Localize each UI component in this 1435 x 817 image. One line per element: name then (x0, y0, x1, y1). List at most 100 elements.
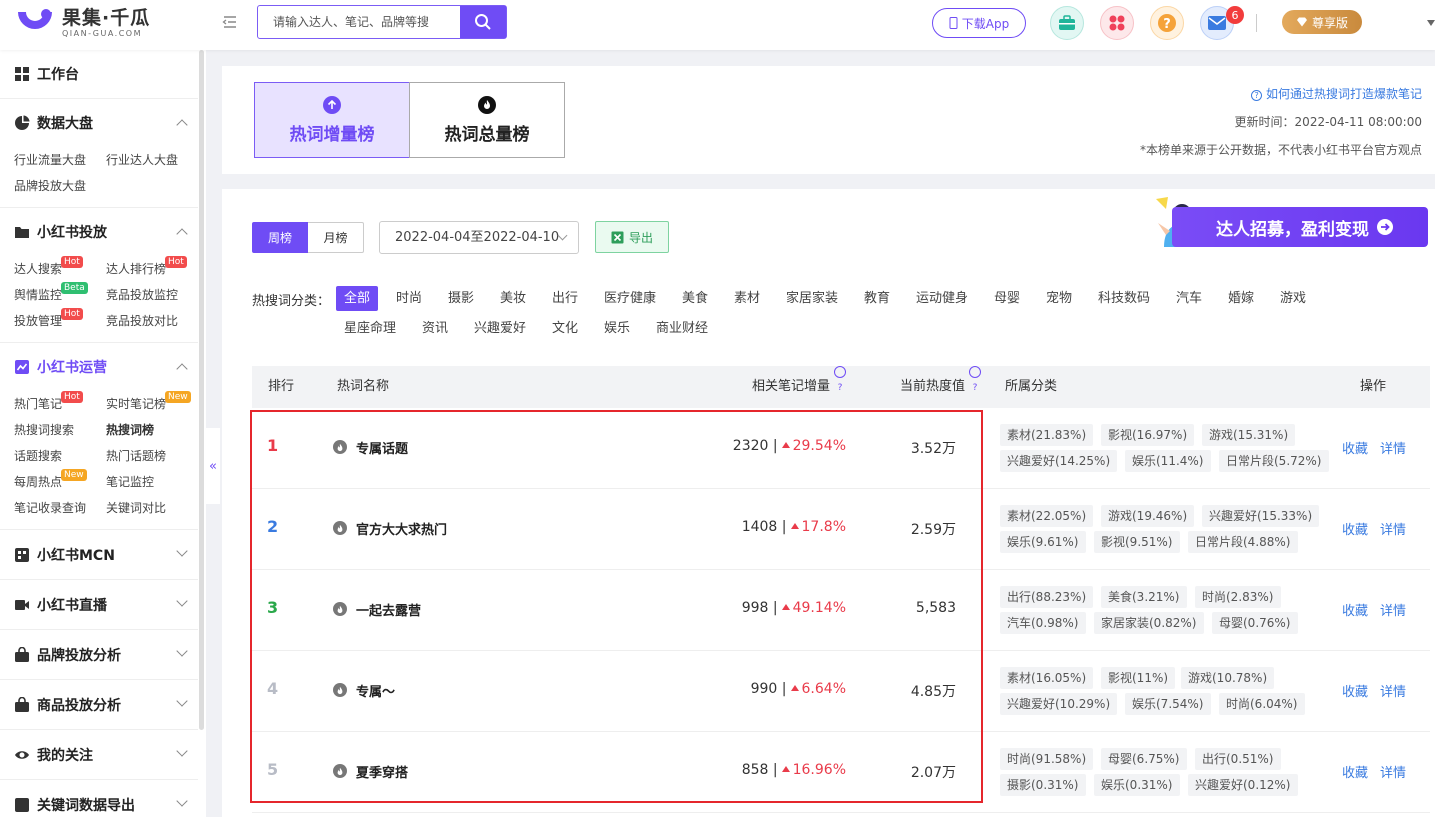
keyword-name[interactable]: 官方大大求热门 (356, 519, 447, 538)
sidebar-scrollbar[interactable] (199, 50, 204, 730)
category-chip[interactable]: 出行 (544, 286, 586, 311)
sidebar-item[interactable]: 实时笔记榜 New (106, 391, 206, 417)
sidebar-item[interactable]: 品牌投放大盘 (14, 173, 106, 199)
category-chip[interactable]: 宠物 (1038, 286, 1080, 311)
category-chip[interactable]: 科技数码 (1090, 286, 1158, 311)
category-chip[interactable]: 全部 (336, 286, 379, 311)
sidebar-section-header[interactable]: 小红书MCN (0, 530, 198, 579)
search-button[interactable] (460, 6, 506, 38)
collect-button[interactable]: 收藏 (1342, 519, 1368, 538)
sidebar-item-label: 品牌投放大盘 (14, 179, 87, 193)
category-chip[interactable]: 兴趣爱好 (466, 316, 534, 341)
sidebar-item[interactable]: 达人搜索 Hot (14, 256, 106, 282)
sidebar-item[interactable]: 笔记收录查询 (14, 495, 106, 521)
sidebar-item[interactable]: 话题搜索 (14, 443, 106, 469)
logo[interactable]: 果集·千瓜 QIAN-GUA.COM (14, 4, 150, 42)
sidebar-section-header[interactable]: 我的关注 (0, 730, 198, 779)
arrow-right-circle-icon (1377, 219, 1393, 235)
sidebar-section-header[interactable]: 小红书直播 (0, 580, 198, 629)
category-chip[interactable]: 摄影 (440, 286, 482, 311)
category-chip[interactable]: 商业财经 (648, 316, 716, 341)
category-chip[interactable]: 家居家装 (778, 286, 846, 311)
collect-button[interactable]: 收藏 (1342, 600, 1368, 619)
arrow-up-icon (790, 523, 799, 529)
sidebar-item[interactable]: 投放管理 Hot (14, 308, 106, 334)
collect-button[interactable]: 收藏 (1342, 438, 1368, 457)
keyword-name[interactable]: 夏季穿搭 (356, 762, 408, 781)
sidebar-collapse-button[interactable]: « (206, 428, 220, 504)
menu-fold-icon[interactable] (222, 14, 238, 30)
vip-badge[interactable]: 尊享版 (1282, 10, 1362, 34)
apps-button[interactable] (1100, 6, 1134, 40)
sidebar-item-label: 笔记监控 (106, 475, 155, 489)
sidebar-item[interactable]: 热搜词搜索 (14, 417, 106, 443)
sidebar-item[interactable]: 竞品投放对比 (106, 308, 206, 334)
help-button[interactable]: ? (1150, 6, 1184, 40)
keyword-name[interactable]: 专属话题 (356, 438, 408, 457)
table-row[interactable]: 1 专属话题 2320 | 29.54% 3.52万 素材(21.83%) 影视(16.97… (252, 408, 1430, 489)
growth-percent: 16.96% (792, 762, 846, 778)
date-range-select[interactable]: 2022-04-04至2022-04-10 (379, 221, 579, 254)
category-chip[interactable]: 美食 (674, 286, 716, 311)
table-row[interactable]: 5 夏季穿搭 858 | 16.96% 2.07万 时尚(91.58%) 母婴(6.75%)… (252, 732, 1430, 813)
detail-button[interactable]: 详情 (1380, 762, 1406, 781)
table-row[interactable]: 4 专属～ 990 | 6.64% 4.85万 素材(16.05%) 影视(11%) 游戏(1… (252, 651, 1430, 732)
category-chip[interactable]: 文化 (544, 316, 586, 341)
collect-button[interactable]: 收藏 (1342, 762, 1368, 781)
help-article-link[interactable]: ? 如何通过热搜词打造爆款笔记 (1251, 85, 1422, 102)
category-chip[interactable]: 教育 (856, 286, 898, 311)
sidebar-item[interactable]: 行业达人大盘 (106, 147, 206, 173)
sidebar-section-header[interactable]: 数据大盘 (0, 99, 198, 147)
category-chip[interactable]: 母婴 (986, 286, 1028, 311)
keyword-name[interactable]: 专属～ (356, 681, 395, 700)
category-chip[interactable]: 运动健身 (908, 286, 976, 311)
period-week-button[interactable]: 周榜 (252, 222, 308, 253)
category-chip[interactable]: 时尚 (388, 286, 430, 311)
category-chip[interactable]: 素材 (726, 286, 768, 311)
sidebar-item[interactable]: 热门话题榜 (106, 443, 206, 469)
detail-button[interactable]: 详情 (1380, 438, 1406, 457)
sidebar-item-workbench[interactable]: 工作台 (0, 50, 198, 98)
category-chip[interactable]: 医疗健康 (596, 286, 664, 311)
export-button[interactable]: 导出 (595, 221, 669, 253)
tab-increment-ranking[interactable]: 热词增量榜 (254, 82, 410, 158)
sidebar-section-header[interactable]: 小红书运营 (0, 343, 198, 391)
sidebar-item[interactable]: 达人排行榜 Hot (106, 256, 206, 282)
sidebar-item[interactable]: 舆情监控 Beta (14, 282, 106, 308)
sidebar-item[interactable]: 关键词对比 (106, 495, 206, 521)
sidebar-section-header[interactable]: 关键词数据导出 (0, 780, 198, 817)
sidebar-item[interactable]: 热搜词榜 (106, 417, 206, 443)
category-chip[interactable]: 游戏 (1272, 286, 1314, 311)
search-input[interactable] (258, 6, 461, 38)
detail-button[interactable]: 详情 (1380, 600, 1406, 619)
sidebar-section-header[interactable]: 商品投放分析 (0, 680, 198, 729)
account-caret-icon[interactable] (1427, 20, 1435, 26)
toolbox-button[interactable] (1050, 6, 1084, 40)
tab-total-ranking[interactable]: 热词总量榜 (409, 82, 565, 158)
sidebar-section-header[interactable]: 小红书投放 (0, 208, 198, 256)
sidebar-item[interactable]: 每周热点 New (14, 469, 106, 495)
recruit-banner[interactable]: 达人招募，盈利变现 (1138, 193, 1428, 249)
category-chip[interactable]: 美妆 (492, 286, 534, 311)
keyword-name[interactable]: 一起去露营 (356, 600, 421, 619)
sidebar-item[interactable]: 行业流量大盘 (14, 147, 106, 173)
table-row[interactable]: 3 一起去露营 998 | 49.14% 5,583 出行(88.23%) 美食(3.21%… (252, 570, 1430, 651)
category-chip[interactable]: 婚嫁 (1220, 286, 1262, 311)
info-icon[interactable]: ? (969, 366, 982, 393)
category-chip[interactable]: 汽车 (1168, 286, 1210, 311)
category-chip[interactable]: 娱乐 (596, 316, 638, 341)
collect-button[interactable]: 收藏 (1342, 681, 1368, 700)
period-month-button[interactable]: 月榜 (308, 222, 364, 253)
download-app-button[interactable]: 下载App (932, 8, 1026, 38)
sidebar-section-header[interactable]: 品牌投放分析 (0, 630, 198, 679)
detail-button[interactable]: 详情 (1380, 681, 1406, 700)
detail-button[interactable]: 详情 (1380, 519, 1406, 538)
category-chip[interactable]: 星座命理 (336, 316, 404, 341)
category-chip[interactable]: 资讯 (414, 316, 456, 341)
growth-percent: 17.8% (801, 519, 846, 535)
info-icon[interactable]: ? (834, 366, 847, 393)
sidebar-item[interactable]: 竞品投放监控 (106, 282, 206, 308)
table-row[interactable]: 2 官方大大求热门 1408 | 17.8% 2.59万 素材(22.05%) 游戏(19.… (252, 489, 1430, 570)
sidebar-item[interactable]: 笔记监控 (106, 469, 206, 495)
sidebar-item[interactable]: 热门笔记 Hot (14, 391, 106, 417)
